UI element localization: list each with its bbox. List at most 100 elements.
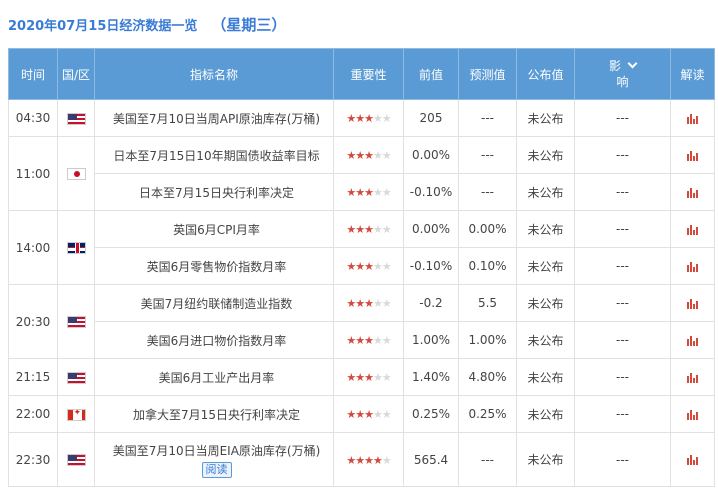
effect-cell: ---	[574, 136, 671, 174]
star-icon: ★	[372, 223, 383, 236]
analysis-cell[interactable]	[670, 99, 715, 137]
time-cell: 14:00	[8, 210, 58, 285]
col-header-previous: 前值	[403, 48, 459, 100]
previous-cell: 0.00%	[403, 210, 459, 248]
star-icon: ★	[364, 186, 374, 199]
indicator-cell[interactable]: 日本至7月15日央行利率决定	[94, 173, 334, 211]
indicator-cell[interactable]: 美国至7月10日当周API原油库存(万桶)	[94, 99, 334, 137]
indicator-link[interactable]: 美国6月工业产出月率	[159, 371, 275, 385]
bar-chart-icon[interactable]	[687, 113, 698, 124]
analysis-cell[interactable]	[670, 432, 715, 487]
table-body: 04:30 美国至7月10日当周API原油库存(万桶) ★★★★★ 205 --- 未公布…	[8, 99, 715, 487]
effect-cell: ---	[574, 432, 671, 487]
table-row: 04:30 美国至7月10日当周API原油库存(万桶) ★★★★★ 205 --- 未公布…	[8, 99, 715, 137]
analysis-cell[interactable]	[670, 395, 715, 433]
analysis-cell[interactable]	[670, 321, 715, 359]
actual-cell: 未公布	[516, 136, 575, 174]
bar-chart-icon[interactable]	[687, 224, 698, 235]
bar-chart-icon[interactable]	[687, 298, 698, 309]
star-icon: ★	[355, 260, 365, 273]
bar-chart-icon[interactable]	[687, 455, 698, 465]
region-cell	[57, 210, 95, 285]
indicator-cell[interactable]: 美国6月工业产出月率	[94, 358, 334, 396]
table-row: 22:00加拿大至7月15日央行利率决定★★★★★0.25%0.25%未公布--…	[8, 395, 715, 433]
importance-stars: ★★★★★	[346, 334, 392, 347]
star-icon: ★	[346, 334, 356, 347]
actual-cell: 未公布	[516, 432, 575, 487]
bar-chart-icon[interactable]	[687, 335, 698, 346]
importance-stars: ★★★★★	[346, 408, 391, 421]
star-icon: ★	[364, 371, 374, 384]
indicator-cell[interactable]: 英国6月零售物价指数月率	[94, 247, 334, 285]
importance-cell: ★★★★★	[333, 395, 404, 433]
indicator-link[interactable]: 加拿大至7月15日央行利率决定	[133, 408, 300, 422]
forecast-cell: ---	[458, 99, 517, 137]
star-icon: ★	[381, 334, 392, 347]
indicator-cell[interactable]: 美国至7月10日当周EIA原油库存(万桶) 阅读	[94, 432, 334, 487]
chevron-down-icon[interactable]	[627, 58, 638, 69]
table-row: 21:15 美国6月工业产出月率 ★★★★★ 1.40% 4.80% 未公布 ---	[8, 358, 715, 396]
analysis-cell[interactable]	[670, 136, 715, 174]
importance-stars: ★★★★★	[346, 371, 391, 384]
table-row: 日本至7月15日央行利率决定 ★★★★★ -0.10% --- 未公布 ---	[9, 173, 715, 211]
star-icon: ★	[355, 149, 365, 162]
indicator-link[interactable]: 英国6月零售物价指数月率	[147, 260, 287, 274]
time-cell: 22:30	[8, 432, 58, 487]
col-header-region: 国/区	[57, 48, 95, 100]
indicator-cell[interactable]: 英国6月CPI月率	[94, 210, 334, 248]
bar-chart-icon[interactable]	[687, 150, 698, 161]
table-row: 11:00 日本至7月15日10年期国债收益率目标 ★★★★★ 0.00% --- 未公布…	[8, 136, 715, 211]
importance-cell: ★★★★★	[333, 247, 404, 285]
indicator-link[interactable]: 美国7月纽约联储制造业指数	[141, 297, 293, 311]
region-cell	[57, 395, 95, 433]
previous-cell: -0.10%	[403, 173, 459, 211]
bar-chart-icon[interactable]	[687, 187, 698, 198]
star-icon: ★	[372, 453, 383, 467]
star-icon: ★	[372, 334, 383, 347]
indicator-cell[interactable]: 美国7月纽约联储制造业指数	[94, 284, 334, 322]
indicator-link[interactable]: 美国至7月10日当周EIA原油库存(万桶)	[113, 444, 321, 458]
flag-jp-icon	[66, 168, 86, 180]
star-icon: ★	[372, 149, 383, 162]
indicator-cell[interactable]: 加拿大至7月15日央行利率决定	[94, 395, 334, 433]
analysis-cell[interactable]	[670, 173, 715, 211]
bar-chart-icon[interactable]	[687, 372, 698, 383]
star-icon: ★	[355, 371, 365, 384]
indicator-link[interactable]: 日本至7月15日10年期国债收益率目标	[113, 149, 319, 163]
bar-chart-icon[interactable]	[687, 409, 698, 420]
forecast-cell: ---	[458, 173, 517, 211]
economic-data-table: 时间 国/区 指标名称 重要性 前值 预测值 公布值 影 响 解读 04:30 美…	[8, 48, 715, 487]
star-icon: ★	[372, 297, 383, 310]
indicator-cell[interactable]: 美国6月进口物价指数月率	[94, 321, 334, 359]
forecast-cell: 0.00%	[458, 210, 517, 248]
actual-cell: 未公布	[516, 284, 575, 322]
indicator-link[interactable]: 日本至7月15日央行利率决定	[139, 186, 294, 200]
time-cell: 11:00	[8, 136, 58, 211]
analysis-cell[interactable]	[670, 247, 715, 285]
actual-cell: 未公布	[516, 210, 575, 248]
analysis-cell[interactable]	[670, 284, 715, 322]
star-icon: ★	[355, 223, 365, 236]
star-icon: ★	[346, 186, 356, 199]
previous-cell: 1.40%	[403, 358, 459, 396]
region-cell	[57, 99, 95, 137]
time-cell: 22:00	[8, 395, 58, 433]
time-cell: 20:30	[8, 284, 58, 359]
flag-gb-icon	[66, 242, 86, 254]
effect-cell: ---	[574, 99, 671, 137]
indicator-link[interactable]: 美国6月进口物价指数月率	[147, 334, 287, 348]
indicator-cell[interactable]: 日本至7月15日10年期国债收益率目标	[94, 136, 334, 174]
flag-ca-icon	[66, 408, 86, 421]
col-header-effect[interactable]: 影 响	[574, 48, 671, 100]
previous-cell: -0.2	[403, 284, 459, 322]
indicator-link[interactable]: 美国至7月10日当周API原油库存(万桶)	[113, 112, 320, 126]
previous-cell: 1.00%	[403, 321, 459, 359]
analysis-cell[interactable]	[670, 210, 715, 248]
actual-cell: 未公布	[516, 173, 575, 211]
analysis-cell[interactable]	[670, 358, 715, 396]
star-icon: ★	[364, 112, 374, 125]
indicator-link[interactable]: 英国6月CPI月率	[173, 223, 260, 237]
read-button[interactable]: 阅读	[201, 461, 232, 478]
actual-cell: 未公布	[516, 395, 575, 433]
bar-chart-icon[interactable]	[687, 261, 698, 272]
